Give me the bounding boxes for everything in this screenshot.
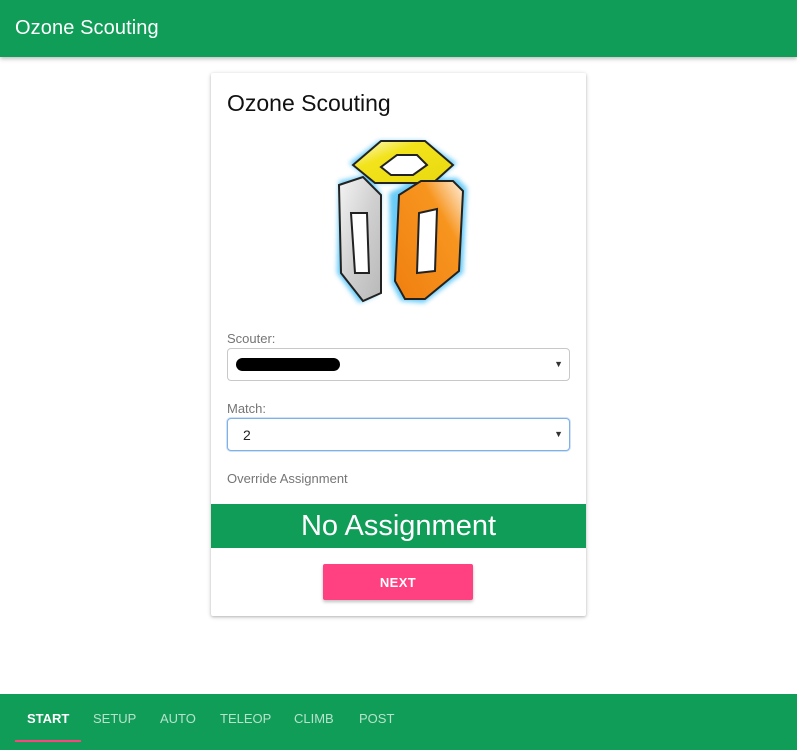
logo-top-ring [351,140,455,184]
card-title: Ozone Scouting [227,90,391,116]
tab-start[interactable]: START [27,711,69,726]
next-button[interactable]: NEXT [323,564,473,600]
match-select[interactable]: 2 ▼ [227,418,570,451]
override-assignment-toggle[interactable]: Override Assignment [227,471,348,486]
tab-setup[interactable]: SETUP [93,711,136,726]
assignment-banner: No Assignment [211,504,586,548]
app-title: Ozone Scouting [15,17,159,39]
active-tab-indicator [15,740,81,742]
triangle-down-icon: ▼ [554,359,563,369]
app-bar: Ozone Scouting [0,0,797,57]
tab-climb[interactable]: CLIMB [294,711,334,726]
scouter-select[interactable]: ▼ [227,348,570,381]
scouter-value-redacted [236,358,340,371]
match-label: Match: [227,401,267,416]
ozone-logo [337,140,467,303]
tab-auto[interactable]: AUTO [160,711,196,726]
logo-right-ring [393,180,465,300]
bottom-tab-bar: START SETUP AUTO TELEOP CLIMB POST [0,694,797,750]
start-card: Ozone Scouting Scouter: ▼ Match: 2 ▼ Ove… [211,73,586,616]
tab-post[interactable]: POST [359,711,394,726]
scouter-label: Scouter: [227,331,276,346]
tab-teleop[interactable]: TELEOP [220,711,271,726]
match-value: 2 [243,427,251,443]
triangle-down-icon: ▼ [554,429,563,439]
